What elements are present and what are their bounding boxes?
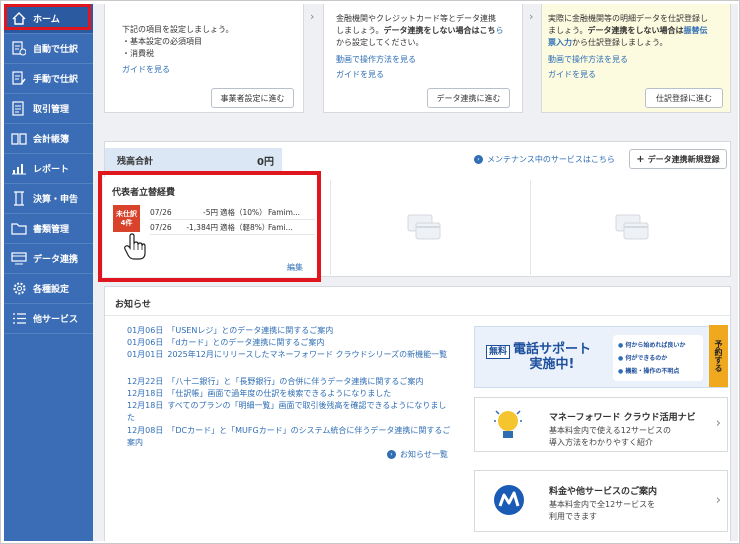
usage-navi-card[interactable]: マネーフォワード クラウド活用ナビ 基本料金内で使える12サービスの 導入方法を…	[474, 397, 728, 452]
guide-link[interactable]: ガイドを見る	[122, 64, 170, 76]
balance-total: 残高合計 0円	[105, 148, 282, 172]
arrow-circle-icon: ›	[387, 450, 396, 459]
data-link-button[interactable]: データ連携に進む	[427, 88, 510, 108]
report-icon	[10, 161, 28, 177]
settlement-icon	[10, 191, 28, 207]
transaction-icon	[10, 101, 28, 117]
step-card-business-settings: 下記の項目を設定しましょう。 ・基本設定の必須項目 ・消費税 ガイドを見る 事業…	[104, 4, 304, 113]
notice-item[interactable]: 01月06日 「dカード」とのデータ連携に関するご案内	[127, 337, 462, 349]
ledger-icon	[10, 131, 28, 147]
notice-item[interactable]: 01月01日 2025年12月にリリースしたマネーフォワード クラウドシリーズの新…	[127, 349, 457, 361]
step2-text: 金融機関やクレジットカード等とデータ連携 しましょう。データ連携をしない場合はこ…	[336, 14, 504, 47]
notice-item[interactable]: 12月22日 「八十二銀行」と「長野銀行」の合併に伴うデータ連携に関するご案内	[127, 376, 462, 388]
free-tag: 無料	[486, 345, 511, 359]
transfer-slip-link-cont[interactable]: 票入力	[548, 38, 572, 47]
notices-list: 01月06日 「USENレジ」とのデータ連携に関するご案内 01月06日 「dカード…	[113, 325, 468, 465]
auto-journal-icon	[10, 41, 28, 57]
notice-item[interactable]: 12月18日 「仕訳帳」画面で過年度の仕訳を検索できるようになりました	[127, 388, 462, 400]
sidebar-item-label: 各種設定	[33, 285, 70, 295]
sidebar-item-auto-journal[interactable]: 自動で仕訳	[4, 34, 93, 64]
manual-journal-icon	[10, 71, 28, 87]
chevron-right-icon: ›	[715, 416, 721, 431]
reserve-tab[interactable]: 予約する	[709, 325, 728, 387]
sidebar-item-settlement[interactable]: 決算・申告	[4, 184, 93, 214]
phone-support-banner[interactable]: 無料 電話サポート 実施中! ● 何から始めれば良いか ● 何ができるのか ● …	[474, 325, 728, 388]
step-card-journal-entry: 実際に金融機関等の明細データを仕訳登録し ましょう。データ連携をしない場合は振替…	[541, 4, 731, 113]
video-link[interactable]: 動画で操作方法を見る	[336, 54, 416, 66]
sidebar-item-label: 手動で仕訳	[33, 75, 79, 85]
promo-title: 電話サポート 実施中!	[513, 342, 592, 372]
step-card-data-link: 金融機関やクレジットカード等とデータ連携 しましょう。データ連携をしない場合はこ…	[323, 4, 523, 113]
notices-panel: お知らせ 01月06日 「USENレジ」とのデータ連携に関するご案内 01月06日…	[104, 286, 732, 541]
sidebar-item-other-services[interactable]: 他サービス	[4, 304, 93, 334]
journal-entry-button[interactable]: 仕訳登録に進む	[645, 88, 723, 108]
transfer-slip-link[interactable]: 振替伝	[684, 26, 708, 35]
sidebar-item-ledger[interactable]: 会計帳簿	[4, 124, 93, 154]
sidebar-item-label: 取引管理	[33, 105, 70, 115]
card-placeholder-icon	[615, 214, 649, 243]
business-settings-button[interactable]: 事業者設定に進む	[211, 88, 294, 108]
sidebar-item-manual-journal[interactable]: 手動で仕訳	[4, 64, 93, 94]
notices-more-link[interactable]: › お知らせ一覧	[387, 449, 448, 460]
sidebar-item-settings[interactable]: 各種設定	[4, 274, 93, 304]
here-link[interactable]: ら	[496, 26, 504, 35]
app-window: ホーム 自動で仕訳 手動で仕訳 取引管理 会計帳簿 レポート 決算・申告 書類管…	[0, 0, 740, 544]
main-content: 下記の項目を設定しましょう。 ・基本設定の必須項目 ・消費税 ガイドを見る 事業…	[93, 4, 738, 541]
card-placeholder-icon	[407, 214, 441, 243]
pricing-services-card[interactable]: 料金や他サービスのご案内 基本料金内で全12サービスを 利用できます ›	[474, 470, 728, 532]
home-highlight-box	[4, 4, 91, 30]
expense-highlight-box	[98, 171, 321, 282]
add-data-link-button[interactable]: + データ連携新規登録	[629, 149, 727, 169]
list-icon	[10, 311, 28, 327]
step3-text: 実際に金融機関等の明細データを仕訳登録し ましょう。データ連携をしない場合は振替…	[548, 14, 708, 47]
sidebar-item-label: 決算・申告	[33, 195, 79, 205]
sidebar: ホーム 自動で仕訳 手動で仕訳 取引管理 会計帳簿 レポート 決算・申告 書類管…	[4, 4, 93, 541]
notice-item[interactable]: 12月18日 すべてのプランの「明細一覧」画面で取引後残高を確認できるようになりま…	[127, 400, 457, 423]
gear-icon	[10, 281, 28, 297]
sidebar-item-label: 書類管理	[33, 225, 70, 235]
sidebar-item-label: 自動で仕訳	[33, 45, 79, 55]
sidebar-item-transactions[interactable]: 取引管理	[4, 94, 93, 124]
chevron-right-icon: ›	[529, 10, 534, 23]
video-link[interactable]: 動画で操作方法を見る	[548, 54, 628, 66]
sidebar-item-label: 他サービス	[33, 315, 79, 325]
arrow-circle-icon: ›	[474, 155, 483, 164]
sidebar-item-label: 会計帳簿	[33, 135, 70, 145]
folder-icon	[10, 221, 28, 237]
step1-text: 下記の項目を設定しましょう。 ・基本設定の必須項目 ・消費税	[122, 25, 234, 58]
nav-card-title: マネーフォワード クラウド活用ナビ	[549, 413, 696, 423]
nav-card-title: 料金や他サービスのご案内	[549, 487, 658, 497]
balance-label: 残高合計	[117, 156, 154, 167]
notice-item[interactable]: 01月06日 「USENレジ」とのデータ連携に関するご案内	[127, 325, 462, 337]
chevron-right-icon: ›	[715, 493, 721, 508]
notices-title: お知らせ	[115, 300, 151, 310]
sidebar-item-documents[interactable]: 書類管理	[4, 214, 93, 244]
moneyforward-logo-icon	[493, 484, 525, 519]
guide-link[interactable]: ガイドを見る	[548, 69, 596, 81]
sidebar-item-label: データ連携	[33, 255, 79, 265]
sidebar-item-data-link[interactable]: データ連携	[4, 244, 93, 274]
sidebar-item-label: レポート	[33, 165, 70, 175]
data-link-icon	[10, 251, 28, 267]
notice-item[interactable]: 12月08日 「DCカード」と「MUFGカード」のシステム統合に伴うデータ連携に関…	[127, 425, 457, 448]
maintenance-link[interactable]: › メンテナンス中のサービスはこちら	[474, 154, 615, 165]
chevron-right-icon: ›	[310, 10, 315, 23]
promo-bullets: ● 何から始めれば良いか ● 何ができるのか ● 機能・操作の不明点	[613, 335, 703, 381]
balance-value: 0円	[257, 156, 274, 168]
guide-link[interactable]: ガイドを見る	[336, 69, 384, 81]
divider	[105, 315, 732, 316]
lightbulb-icon	[493, 408, 523, 445]
nav-card-desc: 基本料金内で使える12サービスの 導入方法をわかりやすく紹介	[549, 426, 671, 447]
sidebar-item-report[interactable]: レポート	[4, 154, 93, 184]
nav-card-desc: 基本料金内で全12サービスを 利用できます	[549, 500, 656, 521]
plus-icon: +	[636, 153, 645, 165]
divider	[330, 180, 331, 275]
divider	[530, 180, 531, 275]
